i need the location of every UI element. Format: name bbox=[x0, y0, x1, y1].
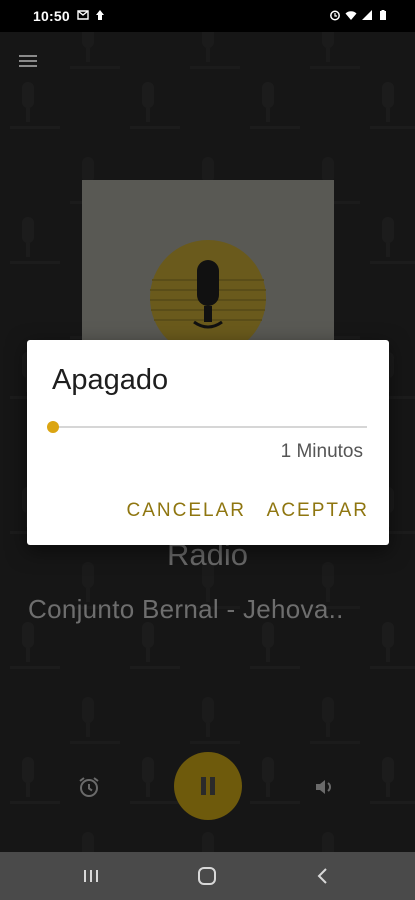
timer-slider[interactable] bbox=[47, 419, 367, 435]
gmail-icon bbox=[77, 10, 89, 20]
signal-icon bbox=[362, 10, 372, 20]
now-playing-title: Conjunto Bernal - Jehova.. bbox=[28, 594, 344, 624]
alarm-icon bbox=[330, 10, 340, 21]
sleep-timer-dialog: Apagado 1 Minutos CANCELAR ACEPTAR bbox=[27, 340, 389, 545]
timer-value-label: 1 Minutos bbox=[280, 441, 363, 462]
home-icon[interactable] bbox=[195, 864, 219, 888]
pause-button[interactable] bbox=[174, 752, 242, 820]
hamburger-menu-icon[interactable] bbox=[16, 48, 42, 74]
slider-track[interactable] bbox=[52, 426, 367, 428]
back-icon[interactable] bbox=[311, 864, 335, 888]
battery-icon bbox=[380, 10, 386, 20]
status-right-icons bbox=[329, 9, 389, 21]
status-left-icons bbox=[77, 9, 106, 21]
status-time: 10:50 bbox=[33, 8, 70, 24]
slider-thumb[interactable] bbox=[47, 421, 59, 433]
cancel-button[interactable]: CANCELAR bbox=[127, 500, 246, 522]
notification-icon bbox=[96, 10, 104, 20]
dialog-actions: CANCELAR ACEPTAR bbox=[27, 500, 389, 524]
dialog-title: Apagado bbox=[52, 364, 169, 396]
wifi-icon bbox=[345, 11, 357, 20]
pause-icon bbox=[201, 777, 215, 795]
alarm-clock-icon[interactable] bbox=[77, 775, 101, 799]
recents-icon[interactable] bbox=[79, 864, 103, 888]
volume-icon[interactable] bbox=[313, 775, 337, 799]
system-nav-bar bbox=[0, 852, 415, 900]
accept-button[interactable]: ACEPTAR bbox=[267, 500, 369, 522]
status-bar: 10:50 bbox=[0, 0, 415, 32]
